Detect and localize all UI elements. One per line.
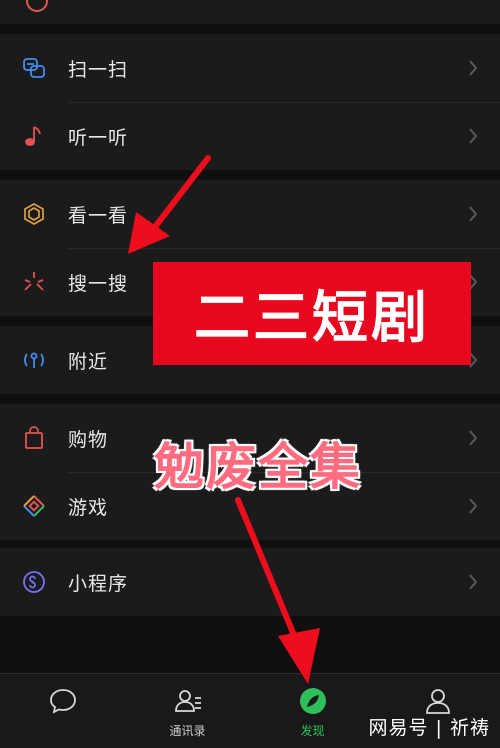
tab-discover[interactable]: 发现 [250, 674, 375, 748]
chevron-right-icon [468, 430, 478, 446]
tab-chats[interactable] [0, 674, 125, 748]
top-partial-group [0, 0, 500, 24]
promo-banner-text: 二三短剧 [194, 286, 430, 351]
chevron-right-icon [468, 206, 478, 222]
menu-item-label: 购物 [68, 428, 109, 451]
chevron-right-icon [468, 128, 478, 144]
menu-item-label: 听一听 [68, 126, 129, 149]
compass-icon [298, 686, 328, 716]
menu-item-label: 扫一扫 [68, 58, 129, 81]
person-icon [423, 686, 453, 716]
scan-icon [22, 56, 46, 80]
tab-label: 发现 [300, 724, 325, 738]
shopping-bag-icon [22, 426, 46, 450]
miniprogram-icon [22, 570, 46, 594]
menu-item-look[interactable]: 看一看 [0, 180, 500, 248]
menu-item-label: 游戏 [68, 496, 109, 519]
menu-item-label: 看一看 [68, 204, 129, 227]
tab-contacts[interactable]: 通讯录 [125, 674, 250, 748]
partial-row-icon [26, 0, 48, 12]
chevron-right-icon [468, 60, 478, 76]
menu-item-listen[interactable]: 听一听 [0, 102, 500, 170]
menu-group-5: 小程序 [0, 548, 500, 616]
discover-screen: 扫一扫 听一听 看一看 搜一搜 附近 购物 游戏 小程序 通讯录 发现 二三短剧… [0, 0, 500, 748]
games-icon [22, 494, 46, 518]
music-note-icon [22, 124, 46, 148]
menu-item-label: 搜一搜 [68, 272, 129, 295]
promo-pink-text: 勉废全集 [154, 438, 362, 496]
look-icon [22, 202, 46, 226]
chevron-right-icon [468, 574, 478, 590]
menu-item-label: 小程序 [68, 572, 129, 595]
contacts-icon [173, 686, 203, 716]
menu-group-1: 扫一扫 听一听 [0, 34, 500, 170]
search-sparkle-icon [22, 270, 46, 294]
tab-label: 通讯录 [169, 724, 206, 738]
promo-red-banner: 二三短剧 [153, 262, 471, 365]
menu-item-scan[interactable]: 扫一扫 [0, 34, 500, 102]
menu-item-miniprogram[interactable]: 小程序 [0, 548, 500, 616]
chat-bubble-icon [48, 686, 78, 716]
menu-item-label: 附近 [68, 350, 109, 373]
chevron-right-icon [468, 498, 478, 514]
watermark: 网易号 | 祈祷 [368, 717, 490, 739]
nearby-icon [22, 348, 46, 372]
